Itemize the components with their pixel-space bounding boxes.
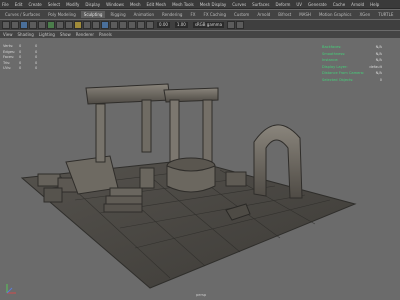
snap-grid-icon[interactable]	[47, 21, 55, 29]
tab-arnold[interactable]: Arnold	[254, 11, 273, 18]
gamma-field[interactable]: 1.00	[174, 22, 188, 28]
tab-custom[interactable]: Custom	[231, 11, 252, 18]
axis-gizmo-icon	[6, 284, 16, 294]
menu-help[interactable]: Help	[370, 2, 379, 7]
xray-icon[interactable]	[137, 21, 145, 29]
color-space-field[interactable]: sRGB gamma	[192, 22, 225, 28]
snap-curve-icon[interactable]	[56, 21, 64, 29]
hud-detail-item: Selected Objects: 0	[322, 77, 382, 84]
lights-icon[interactable]	[110, 21, 118, 29]
rotate-tool-icon[interactable]	[29, 21, 37, 29]
tab-poly-modeling[interactable]: Poly Modeling	[45, 11, 79, 18]
lasso-tool-icon[interactable]	[11, 21, 19, 29]
menu-edit[interactable]: Edit	[15, 2, 23, 7]
panel-menu-lighting[interactable]: Lighting	[39, 32, 55, 37]
camera-label: persp	[196, 293, 207, 297]
snap-point-icon[interactable]	[65, 21, 73, 29]
exposure-field[interactable]: 0.00	[157, 22, 170, 28]
tab-fx[interactable]: FX	[187, 11, 198, 18]
hud-detail-label: Selected Objects:	[322, 77, 354, 82]
menu-display[interactable]: Display	[85, 2, 100, 7]
tab-turtle[interactable]: TURTLE	[375, 11, 396, 18]
select-tool-icon[interactable]	[2, 21, 10, 29]
menu-windows[interactable]: Windows	[106, 2, 124, 7]
panel-menu-view[interactable]: View	[3, 32, 13, 37]
menu-surfaces[interactable]: Surfaces	[252, 2, 269, 7]
stone-pillar-mid	[141, 99, 152, 153]
heads-up-object-details: Backfaces: N/A Smoothness: N/A Instance: N/A D…	[322, 44, 382, 83]
menu-arnold[interactable]: Arnold	[351, 2, 364, 7]
menu-uv[interactable]: UV	[296, 2, 302, 7]
hud-row-name: UVs:	[3, 66, 12, 70]
menu-file[interactable]: File	[2, 2, 9, 7]
viewport-toolbar: 0.00 1.00 sRGB gamma	[0, 20, 400, 30]
hud-row-v2: 0	[35, 66, 38, 70]
rubble-block	[139, 167, 155, 189]
move-tool-icon[interactable]	[20, 21, 28, 29]
menu-mesh[interactable]: Mesh	[130, 2, 141, 7]
tab-rigging[interactable]: Rigging	[107, 11, 128, 18]
camera-icon[interactable]	[74, 21, 82, 29]
panel-menu-show[interactable]: Show	[60, 32, 71, 37]
isolate-select-icon[interactable]	[146, 21, 154, 29]
panel-menu-shading[interactable]: Shading	[18, 32, 34, 37]
stone-lintel	[85, 83, 171, 105]
menu-curves[interactable]: Curves	[232, 2, 246, 7]
tab-mash[interactable]: MASH	[296, 11, 314, 18]
stone-step	[105, 195, 143, 205]
textured-icon[interactable]	[101, 21, 109, 29]
menu-generate[interactable]: Generate	[308, 2, 327, 7]
panel-menu: View Shading Lighting Show Renderer Panels	[0, 31, 400, 38]
tab-bifrost[interactable]: Bifrost	[275, 11, 294, 18]
menu-edit-mesh[interactable]: Edit Mesh	[147, 2, 167, 7]
tab-curves-surfaces[interactable]: Curves / Surfaces	[2, 11, 43, 18]
scale-tool-icon[interactable]	[38, 21, 46, 29]
hud-detail-value: 0	[379, 77, 382, 82]
panel-menu-panels[interactable]: Panels	[99, 32, 112, 37]
smooth-shade-icon[interactable]	[92, 21, 100, 29]
stone-pillar-left	[95, 103, 106, 163]
menu-mesh-tools[interactable]: Mesh Tools	[172, 2, 194, 7]
menu-deform[interactable]: Deform	[275, 2, 290, 7]
tab-sculpting[interactable]: Sculpting	[80, 11, 106, 18]
menu-cache[interactable]: Cache	[333, 2, 345, 7]
menu-select[interactable]: Select	[48, 2, 60, 7]
heads-up-poly-count: Verts: 0 0 Edges: 0 0 Faces: 0 0 Tris: 0 0 UVs: 0 0	[3, 44, 51, 72]
stone-step	[109, 187, 143, 197]
hud-row: UVs: 0 0	[3, 66, 51, 72]
tab-animation[interactable]: Animation	[131, 11, 157, 18]
tab-motion-graphics[interactable]: Motion Graphics	[316, 11, 355, 18]
tab-rendering[interactable]: Rendering	[159, 11, 185, 18]
shadows-icon[interactable]	[119, 21, 127, 29]
tab-fx-caching[interactable]: FX Caching	[201, 11, 229, 18]
menu-create[interactable]: Create	[28, 2, 41, 7]
rubble-block	[37, 173, 61, 187]
menu-modify[interactable]: Modify	[66, 2, 79, 7]
hud-row-v1: 0	[19, 66, 22, 70]
tab-xgen[interactable]: XGen	[356, 11, 373, 18]
grid-toggle-icon[interactable]	[236, 21, 245, 29]
shelf-tabs: Curves / Surfaces Poly Modeling Sculpting R…	[0, 10, 400, 19]
broken-wall	[225, 171, 247, 187]
stone-step	[103, 203, 143, 213]
resolution-gate-icon[interactable]	[227, 21, 236, 29]
rubble-block	[43, 187, 63, 203]
panel-menu-renderer[interactable]: Renderer	[76, 32, 94, 37]
wireframe-icon[interactable]	[83, 21, 91, 29]
menu-mesh-display[interactable]: Mesh Display	[200, 2, 227, 7]
ambient-occlusion-icon[interactable]	[128, 21, 136, 29]
3d-viewport[interactable]: Verts: 0 0 Edges: 0 0 Faces: 0 0 Tris: 0 0 UVs: 0 0 Ba…	[0, 38, 400, 300]
main-menubar: File Edit Create Select Modify Display Windows…	[0, 0, 400, 9]
